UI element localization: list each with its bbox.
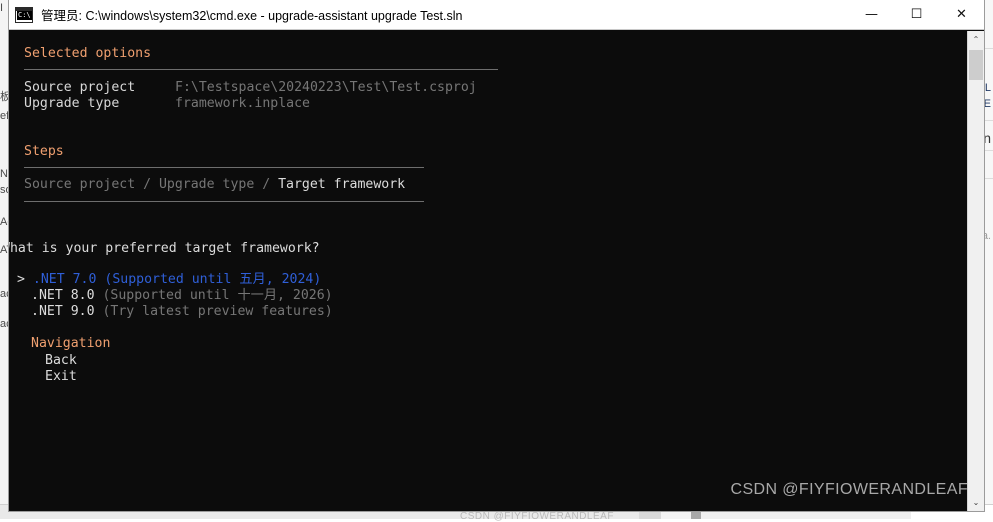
scroll-up-arrow-icon[interactable]: ⌃: [968, 31, 984, 48]
upgrade-type-label: Upgrade type: [24, 96, 120, 111]
console-output[interactable]: Selected options Source project F:\Tests…: [9, 31, 984, 511]
close-button[interactable]: ✕: [939, 0, 984, 29]
title-bar[interactable]: C:\ 管理员: C:\windows\system32\cmd.exe - u…: [9, 0, 984, 30]
option-row-net90[interactable]: .NET 9.0 (Try latest preview features): [31, 304, 333, 320]
maximize-button[interactable]: ☐: [894, 0, 939, 29]
selected-options-rule: [24, 69, 498, 70]
scrollbar-thumb[interactable]: [969, 50, 983, 80]
scroll-down-arrow-icon[interactable]: ⌄: [968, 494, 984, 511]
breadcrumb-separator: /: [135, 177, 159, 192]
navigation-item-back[interactable]: Back: [45, 353, 77, 369]
selection-cursor-icon: >: [17, 272, 25, 287]
option-label-net70: [25, 272, 33, 287]
breadcrumb-item-target-framework: Target framework: [278, 177, 406, 192]
background-fragment: N: [0, 168, 8, 180]
steps-heading: Steps: [24, 144, 64, 159]
steps-rule-top: [24, 167, 424, 168]
window-controls: — ☐ ✕: [849, 0, 984, 29]
option-note-net80: (Supported until 十一月, 2026): [102, 288, 333, 303]
option-note-net90: (Try latest preview features): [102, 304, 333, 319]
navigation-heading: Navigation: [31, 336, 111, 351]
minimize-button[interactable]: —: [849, 0, 894, 29]
background-fragment: L: [984, 82, 991, 94]
window-title: 管理员: C:\windows\system32\cmd.exe - upgra…: [41, 9, 463, 23]
csdn-watermark: CSDN @FIYFIOWERANDLEAF: [730, 481, 968, 498]
option-note-net70: (Supported until 五月, 2024): [104, 272, 322, 287]
breadcrumb-separator: /: [254, 177, 279, 192]
source-project-value: F:\Testspace\20240223\Test\Test.csproj: [175, 80, 477, 95]
steps-breadcrumb: Source project / Upgrade type / Target f…: [24, 177, 405, 193]
console-window[interactable]: C:\ 管理员: C:\windows\system32\cmd.exe - u…: [8, 0, 985, 512]
cmd-icon: C:\: [15, 6, 33, 23]
option-name-net70: .NET 7.0: [32, 272, 97, 287]
breadcrumb-item-upgrade-type: Upgrade type: [158, 177, 255, 192]
navigation-item-exit[interactable]: Exit: [45, 369, 77, 385]
console-scrollbar[interactable]: ⌃ ⌄: [967, 31, 984, 511]
option-row-net80[interactable]: .NET 8.0 (Supported until 十一月, 2026): [31, 288, 333, 304]
prompt-question: What is your preferred target framework?: [8, 241, 320, 256]
steps-rule-bottom: [24, 201, 424, 202]
selected-options-heading: Selected options: [24, 46, 152, 61]
background-fragment: I: [0, 2, 4, 14]
option-row-net70[interactable]: > .NET 7.0 (Supported until 五月, 2024): [17, 272, 321, 288]
breadcrumb-item-source-project: Source project: [24, 177, 136, 192]
upgrade-type-value: framework.inplace: [175, 96, 310, 111]
option-name-net90: .NET 9.0: [31, 304, 95, 319]
background-bottom-watermark: CSDN @FIYFIOWERANDLEAF: [460, 511, 614, 522]
cmd-icon-label: C:\: [17, 10, 32, 20]
source-project-label: Source project: [24, 80, 136, 95]
option-name-net80: .NET 8.0: [31, 288, 95, 303]
